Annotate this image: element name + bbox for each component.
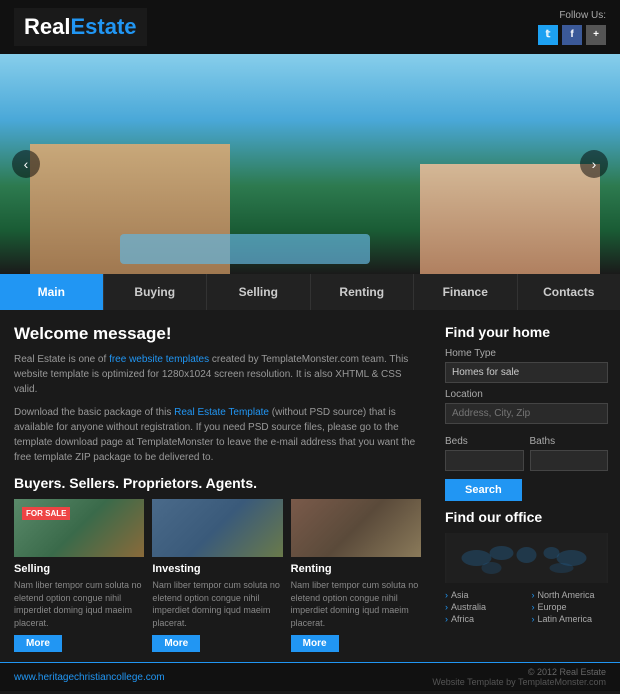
logo: RealEstate (14, 8, 147, 46)
investing-more-button[interactable]: More (152, 635, 200, 652)
investing-card: Investing Nam liber tempor cum soluta no… (152, 499, 282, 652)
main-nav: Main Buying Selling Renting Finance Cont… (0, 274, 620, 310)
renting-more-button[interactable]: More (291, 635, 339, 652)
footer-url: www.heritagechristiancollege.com (14, 672, 165, 683)
selling-card-text: Nam liber tempor cum soluta no eletend o… (14, 579, 144, 629)
nav-item-finance[interactable]: Finance (414, 274, 518, 310)
location-label: Location (445, 389, 608, 400)
footer: www.heritagechristiancollege.com © 2012 … (0, 662, 620, 691)
footer-right: © 2012 Real Estate Website Template by T… (432, 667, 606, 687)
selling-more-button[interactable]: More (14, 635, 62, 652)
right-column: Find your home Home Type Homes for sale … (435, 310, 620, 662)
renting-card-text: Nam liber tempor cum soluta no eletend o… (291, 579, 421, 629)
world-map-svg (445, 533, 608, 583)
baths-select[interactable]: 1 2 (530, 450, 609, 471)
baths-label: Baths (530, 436, 609, 447)
selling-card-image: FOR SALE (14, 499, 144, 557)
facebook-icon[interactable]: f (562, 25, 582, 45)
welcome-text-1: Real Estate is one of free website templ… (14, 352, 421, 397)
selling-card-title: Selling (14, 563, 144, 575)
logo-real: Real (24, 14, 70, 39)
office-regions: Asia Australia Africa North America Euro… (445, 589, 608, 625)
hero-banner: ‹ › (0, 54, 620, 274)
home-type-label: Home Type (445, 348, 608, 359)
cards-container: FOR SALE Selling Nam liber tempor cum so… (14, 499, 421, 652)
free-templates-link[interactable]: free website templates (109, 354, 209, 365)
find-home-title: Find your home (445, 324, 608, 340)
office-col-left: Asia Australia Africa (445, 589, 522, 625)
nav-item-renting[interactable]: Renting (311, 274, 415, 310)
social-icons: 𝕥 f + (538, 25, 606, 45)
nav-item-contacts[interactable]: Contacts (518, 274, 620, 310)
nav-item-buying[interactable]: Buying (104, 274, 208, 310)
region-north-america[interactable]: North America (532, 589, 609, 601)
welcome-text-2: Download the basic package of this Real … (14, 405, 421, 465)
nav-item-selling[interactable]: Selling (207, 274, 311, 310)
region-asia[interactable]: Asia (445, 589, 522, 601)
buyers-section-title: Buyers. Sellers. Proprietors. Agents. (14, 475, 421, 491)
location-input[interactable] (445, 403, 608, 424)
beds-label: Beds (445, 436, 524, 447)
logo-estate: Estate (70, 14, 136, 39)
follow-label: Follow Us: (538, 10, 606, 21)
plus-icon[interactable]: + (586, 25, 606, 45)
for-sale-badge: FOR SALE (22, 507, 70, 520)
region-africa[interactable]: Africa (445, 613, 522, 625)
twitter-icon[interactable]: 𝕥 (538, 25, 558, 45)
search-button[interactable]: Search (445, 479, 522, 501)
footer-copyright: © 2012 Real Estate (432, 667, 606, 677)
beds-baths-row: Beds 1 2 3 Baths 1 2 (445, 430, 608, 471)
renting-card: Renting Nam liber tempor cum soluta no e… (291, 499, 421, 652)
investing-card-title: Investing (152, 563, 282, 575)
investing-card-text: Nam liber tempor cum soluta no eletend o… (152, 579, 282, 629)
nav-item-main[interactable]: Main (0, 274, 104, 310)
office-col-right: North America Europe Latin America (532, 589, 609, 625)
footer-by: Website Template by TemplateMonster.com (432, 677, 606, 687)
renting-card-image (291, 499, 421, 557)
pool-image (120, 234, 370, 264)
region-europe[interactable]: Europe (532, 601, 609, 613)
home-type-select[interactable]: Homes for sale (445, 362, 608, 383)
region-latin-america[interactable]: Latin America (532, 613, 609, 625)
find-office-title: Find our office (445, 509, 608, 525)
selling-card: FOR SALE Selling Nam liber tempor cum so… (14, 499, 144, 652)
header: RealEstate Follow Us: 𝕥 f + (0, 0, 620, 54)
investing-card-image (152, 499, 282, 557)
world-map (445, 533, 608, 583)
beds-group: Beds 1 2 3 (445, 430, 524, 471)
hero-prev-button[interactable]: ‹ (12, 150, 40, 178)
main-content: Welcome message! Real Estate is one of f… (0, 310, 620, 662)
welcome-title: Welcome message! (14, 324, 421, 344)
renting-card-title: Renting (291, 563, 421, 575)
hero-next-button[interactable]: › (580, 150, 608, 178)
beds-select[interactable]: 1 2 3 (445, 450, 524, 471)
baths-group: Baths 1 2 (530, 430, 609, 471)
region-australia[interactable]: Australia (445, 601, 522, 613)
follow-us: Follow Us: 𝕥 f + (538, 10, 606, 45)
real-estate-template-link[interactable]: Real Estate Template (174, 407, 269, 418)
left-column: Welcome message! Real Estate is one of f… (0, 310, 435, 662)
